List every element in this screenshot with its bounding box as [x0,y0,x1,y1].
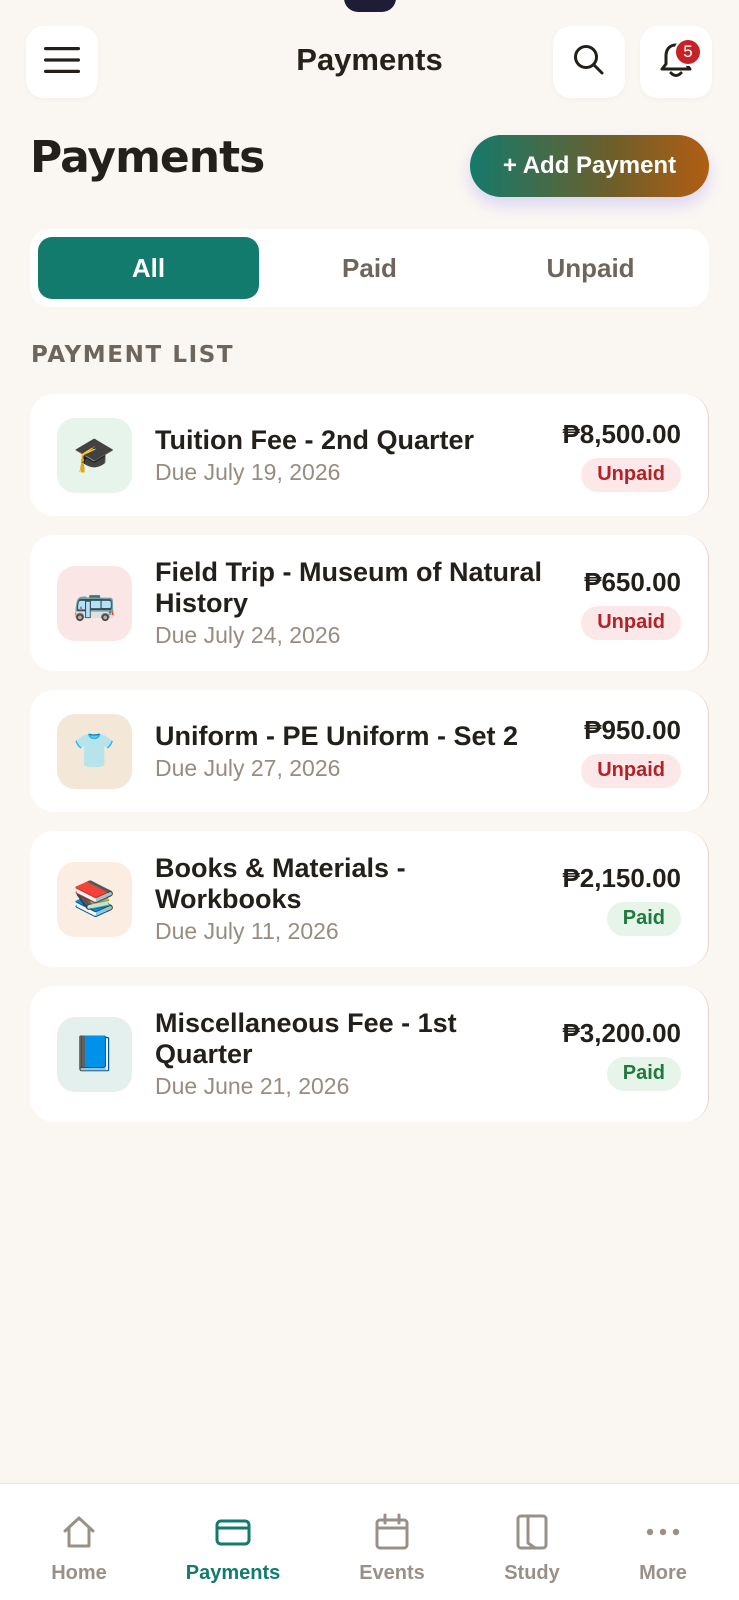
top-bar: Payments 5 [0,0,739,110]
add-payment-button[interactable]: + Add Payment [470,135,709,197]
nav-more[interactable]: More [593,1484,733,1600]
tab-unpaid[interactable]: Unpaid [480,237,701,299]
bottom-navigation: Home Payments Events Study More [0,1483,739,1600]
payment-summary: ₱3,200.00 Paid [562,1018,681,1091]
search-button[interactable] [553,26,625,98]
graduation-cap-icon: 🎓 [57,417,132,493]
payment-title: Uniform - PE Uniform - Set 2 [155,720,519,751]
payment-filter-tabs: All Paid Unpaid [30,229,709,307]
payment-amount: ₱8,500.00 [562,418,681,449]
tab-all[interactable]: All [38,237,259,299]
notification-count-badge: 5 [674,38,702,66]
payment-amount: ₱2,150.00 [562,862,681,893]
nav-label: Events [359,1562,425,1584]
nav-label: More [639,1562,687,1584]
payment-summary: ₱650.00 Unpaid [581,567,681,640]
status-badge: Unpaid [581,753,681,788]
more-dots-icon [645,1512,681,1552]
status-badge: Paid [606,1056,681,1091]
home-icon [61,1512,97,1552]
payment-text: Miscellaneous Fee - 1st Quarter Due June… [155,1008,555,1100]
page-title: Payments [30,132,265,183]
nav-events[interactable]: Events [322,1484,462,1600]
books-icon: 📚 [57,861,132,937]
status-badge: Paid [606,901,681,936]
calendar-icon [374,1512,410,1552]
payment-due-date: Due July 11, 2026 [155,918,339,944]
payment-card[interactable]: 🎓 Tuition Fee - 2nd Quarter Due July 19,… [30,394,709,516]
payment-title: Miscellaneous Fee - 1st Quarter [155,1008,457,1069]
nav-label: Home [51,1562,107,1584]
blue-book-icon: 📘 [57,1016,132,1092]
payment-amount: ₱950.00 [584,714,681,745]
payment-summary: ₱950.00 Unpaid [581,715,681,788]
payment-amount: ₱3,200.00 [562,1017,681,1048]
tshirt-icon: 👕 [57,713,132,789]
payment-card[interactable]: 🚌 Field Trip - Museum of Natural History… [30,535,709,671]
payment-card[interactable]: 📚 Books & Materials - Workbooks Due July… [30,831,709,967]
nav-label: Payments [185,1562,281,1584]
nav-payments[interactable]: Payments [163,1484,303,1600]
payment-summary: ₱8,500.00 Unpaid [562,419,681,492]
payment-title: Field Trip - Museum of Natural History [155,557,543,618]
top-bar-title: Payments [296,42,443,77]
payment-due-date: Due June 21, 2026 [155,1073,350,1099]
credit-card-icon [215,1512,251,1552]
payment-text: Tuition Fee - 2nd Quarter Due July 19, 2… [155,425,555,486]
nav-study[interactable]: Study [462,1484,602,1600]
status-badge: Unpaid [581,457,681,492]
payment-summary: ₱2,150.00 Paid [562,863,681,936]
payment-due-date: Due July 27, 2026 [155,754,341,781]
notifications-button[interactable]: 5 [640,26,712,98]
payment-due-date: Due July 19, 2026 [155,458,341,485]
payment-card[interactable]: 📘 Miscellaneous Fee - 1st Quarter Due Ju… [30,986,709,1122]
payment-text: Uniform - PE Uniform - Set 2 Due July 27… [155,721,555,782]
payment-title: Books & Materials - Workbooks [155,853,406,914]
payment-due-date: Due July 24, 2026 [155,622,341,648]
app-screen: Payments 5 Payments + Add Payment All Pa [0,0,739,1600]
payment-amount: ₱650.00 [584,566,681,597]
payment-text: Books & Materials - Workbooks Due July 1… [155,853,555,945]
payment-text: Field Trip - Museum of Natural History D… [155,557,555,649]
book-open-icon [515,1512,549,1552]
section-label: PAYMENT LIST [31,342,235,368]
status-badge: Unpaid [581,605,681,640]
nav-label: Study [504,1562,560,1584]
tab-paid[interactable]: Paid [259,237,480,299]
payment-card[interactable]: 👕 Uniform - PE Uniform - Set 2 Due July … [30,690,709,812]
bus-icon: 🚌 [57,565,132,641]
search-icon [572,43,606,82]
payment-title: Tuition Fee - 2nd Quarter [155,424,475,455]
nav-home[interactable]: Home [9,1484,149,1600]
